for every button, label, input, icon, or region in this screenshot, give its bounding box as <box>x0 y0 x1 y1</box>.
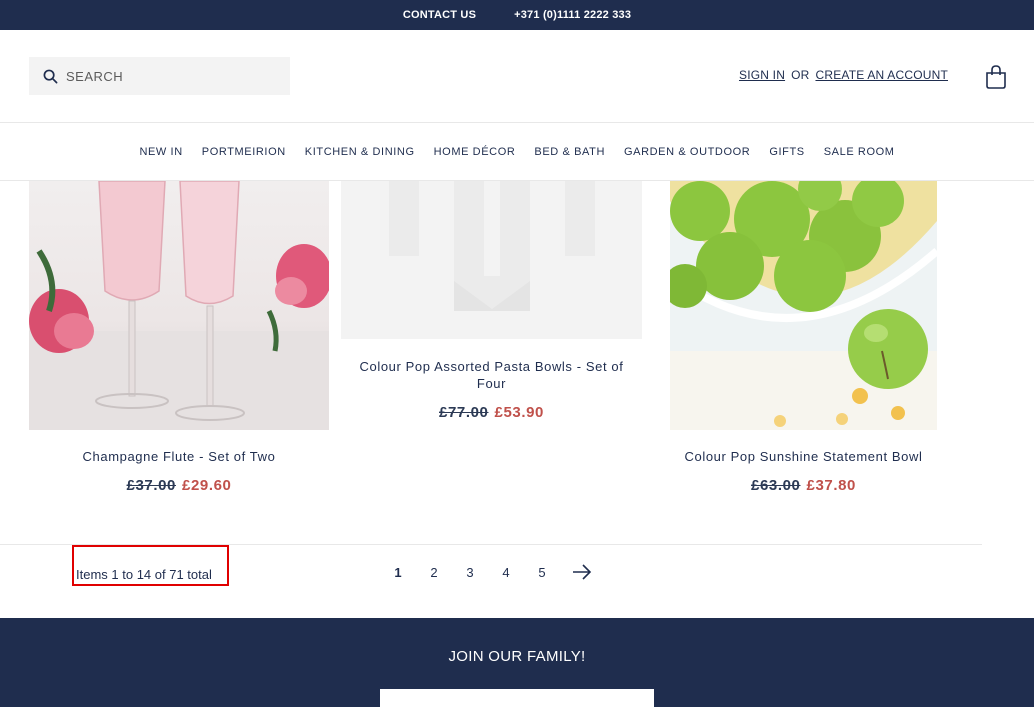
nav-item-sale-room[interactable]: SALE ROOM <box>824 146 895 158</box>
nav-item-portmeirion[interactable]: PORTMEIRION <box>202 146 286 158</box>
nav-item-new-in[interactable]: NEW IN <box>139 146 182 158</box>
page-2-link[interactable]: 2 <box>428 565 440 580</box>
newsletter-email-input[interactable] <box>380 689 654 707</box>
phone-number[interactable]: +371 (0)1111 2222 333 <box>514 9 631 21</box>
nav-item-bed-bath[interactable]: BED & BATH <box>534 146 605 158</box>
page-4-link[interactable]: 4 <box>500 565 512 580</box>
search-icon <box>43 69 58 83</box>
nav-item-garden-outdoor[interactable]: GARDEN & OUTDOOR <box>624 146 750 158</box>
nav-item-gifts[interactable]: GIFTS <box>769 146 804 158</box>
product-price-2: £77.00 £53.90 <box>341 404 642 421</box>
product-name-1[interactable]: Champagne Flute - Set of Two <box>29 448 329 465</box>
pagination: 1 2 3 4 5 <box>392 564 592 580</box>
items-total-summary: Items 1 to 14 of 71 total <box>72 545 229 586</box>
create-account-link[interactable]: CREATE AN ACCOUNT <box>815 68 948 82</box>
page-5-link[interactable]: 5 <box>536 565 548 580</box>
newsletter-footer: JOIN OUR FAMILY! <box>0 618 1034 707</box>
original-price: £37.00 <box>126 477 176 494</box>
original-price: £77.00 <box>439 404 489 421</box>
main-nav: NEW IN PORTMEIRION KITCHEN & DINING HOME… <box>0 123 1034 181</box>
product-image-champagne-flute[interactable] <box>29 181 329 430</box>
search-input[interactable] <box>66 68 266 84</box>
shopping-bag-icon[interactable] <box>985 65 1007 89</box>
next-arrow-icon[interactable] <box>572 564 592 580</box>
or-separator: OR <box>791 68 810 82</box>
search-box[interactable] <box>29 57 290 95</box>
page-3-link[interactable]: 3 <box>464 565 476 580</box>
nav-item-kitchen-dining[interactable]: KITCHEN & DINING <box>305 146 415 158</box>
sale-price: £37.80 <box>806 477 856 494</box>
top-bar: CONTACT US +371 (0)1111 2222 333 <box>0 0 1034 30</box>
sign-in-link[interactable]: SIGN IN <box>739 68 785 82</box>
contact-us-link[interactable]: CONTACT US <box>403 9 476 21</box>
product-name-2[interactable]: Colour Pop Assorted Pasta Bowls - Set of… <box>341 358 642 392</box>
product-price-1: £37.00 £29.60 <box>29 477 329 494</box>
product-name-3[interactable]: Colour Pop Sunshine Statement Bowl <box>670 448 937 465</box>
site-header: SIGN IN OR CREATE AN ACCOUNT <box>0 30 1034 123</box>
nav-item-home-decor[interactable]: HOME DÉCOR <box>434 146 516 158</box>
account-links: SIGN IN OR CREATE AN ACCOUNT <box>739 68 948 82</box>
page-1-link[interactable]: 1 <box>392 565 404 580</box>
product-image-sunshine-bowl[interactable] <box>670 181 937 430</box>
sale-price: £29.60 <box>182 477 232 494</box>
original-price: £63.00 <box>751 477 801 494</box>
sale-price: £53.90 <box>494 404 544 421</box>
product-price-3: £63.00 £37.80 <box>670 477 937 494</box>
product-image-placeholder[interactable] <box>341 181 642 339</box>
footer-title: JOIN OUR FAMILY! <box>448 648 586 665</box>
